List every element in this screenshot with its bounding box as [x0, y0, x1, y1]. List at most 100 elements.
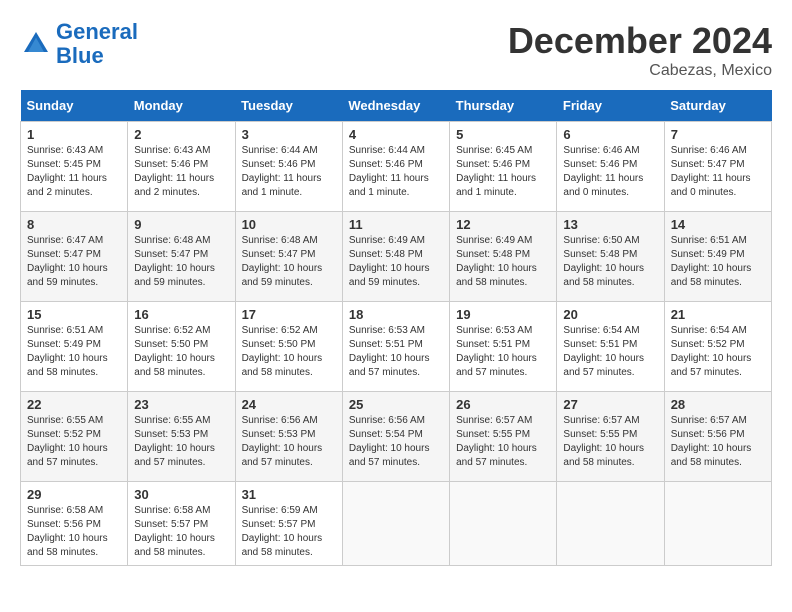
day-number: 12 — [456, 217, 550, 232]
day-info: Sunrise: 6:56 AM Sunset: 5:54 PM Dayligh… — [349, 414, 443, 470]
weekday-header-wednesday: Wednesday — [342, 90, 449, 122]
calendar-cell: 14 Sunrise: 6:51 AM Sunset: 5:49 PM Dayl… — [664, 212, 771, 302]
day-number: 9 — [134, 217, 228, 232]
calendar-cell: 16 Sunrise: 6:52 AM Sunset: 5:50 PM Dayl… — [128, 302, 235, 392]
weekday-header-monday: Monday — [128, 90, 235, 122]
calendar-header: SundayMondayTuesdayWednesdayThursdayFrid… — [21, 90, 772, 122]
day-info: Sunrise: 6:50 AM Sunset: 5:48 PM Dayligh… — [563, 234, 657, 290]
calendar-week-5: 29 Sunrise: 6:58 AM Sunset: 5:56 PM Dayl… — [21, 482, 772, 566]
weekday-header-row: SundayMondayTuesdayWednesdayThursdayFrid… — [21, 90, 772, 122]
calendar-cell: 1 Sunrise: 6:43 AM Sunset: 5:45 PM Dayli… — [21, 122, 128, 212]
calendar-cell: 9 Sunrise: 6:48 AM Sunset: 5:47 PM Dayli… — [128, 212, 235, 302]
day-number: 29 — [27, 487, 121, 502]
day-number: 13 — [563, 217, 657, 232]
day-number: 18 — [349, 307, 443, 322]
day-number: 3 — [242, 127, 336, 142]
calendar-cell: 24 Sunrise: 6:56 AM Sunset: 5:53 PM Dayl… — [235, 392, 342, 482]
day-number: 21 — [671, 307, 765, 322]
calendar-week-1: 1 Sunrise: 6:43 AM Sunset: 5:45 PM Dayli… — [21, 122, 772, 212]
day-number: 26 — [456, 397, 550, 412]
day-info: Sunrise: 6:49 AM Sunset: 5:48 PM Dayligh… — [349, 234, 443, 290]
day-info: Sunrise: 6:46 AM Sunset: 5:47 PM Dayligh… — [671, 144, 765, 200]
calendar-cell — [342, 482, 449, 566]
day-number: 17 — [242, 307, 336, 322]
calendar-cell: 25 Sunrise: 6:56 AM Sunset: 5:54 PM Dayl… — [342, 392, 449, 482]
day-number: 30 — [134, 487, 228, 502]
calendar-cell: 8 Sunrise: 6:47 AM Sunset: 5:47 PM Dayli… — [21, 212, 128, 302]
weekday-header-saturday: Saturday — [664, 90, 771, 122]
day-info: Sunrise: 6:55 AM Sunset: 5:53 PM Dayligh… — [134, 414, 228, 470]
weekday-header-thursday: Thursday — [450, 90, 557, 122]
day-info: Sunrise: 6:48 AM Sunset: 5:47 PM Dayligh… — [134, 234, 228, 290]
day-info: Sunrise: 6:45 AM Sunset: 5:46 PM Dayligh… — [456, 144, 550, 200]
logo-line1: General — [56, 19, 138, 44]
day-number: 7 — [671, 127, 765, 142]
day-info: Sunrise: 6:51 AM Sunset: 5:49 PM Dayligh… — [671, 234, 765, 290]
weekday-header-sunday: Sunday — [21, 90, 128, 122]
calendar-cell: 3 Sunrise: 6:44 AM Sunset: 5:46 PM Dayli… — [235, 122, 342, 212]
calendar-cell: 7 Sunrise: 6:46 AM Sunset: 5:47 PM Dayli… — [664, 122, 771, 212]
day-info: Sunrise: 6:53 AM Sunset: 5:51 PM Dayligh… — [349, 324, 443, 380]
day-number: 1 — [27, 127, 121, 142]
calendar-cell: 18 Sunrise: 6:53 AM Sunset: 5:51 PM Dayl… — [342, 302, 449, 392]
calendar-cell: 17 Sunrise: 6:52 AM Sunset: 5:50 PM Dayl… — [235, 302, 342, 392]
day-info: Sunrise: 6:52 AM Sunset: 5:50 PM Dayligh… — [242, 324, 336, 380]
logo-text: General Blue — [56, 20, 138, 68]
day-info: Sunrise: 6:59 AM Sunset: 5:57 PM Dayligh… — [242, 504, 336, 560]
day-info: Sunrise: 6:54 AM Sunset: 5:51 PM Dayligh… — [563, 324, 657, 380]
calendar-cell: 15 Sunrise: 6:51 AM Sunset: 5:49 PM Dayl… — [21, 302, 128, 392]
calendar-cell — [450, 482, 557, 566]
calendar-cell: 10 Sunrise: 6:48 AM Sunset: 5:47 PM Dayl… — [235, 212, 342, 302]
day-info: Sunrise: 6:58 AM Sunset: 5:56 PM Dayligh… — [27, 504, 121, 560]
calendar-cell: 11 Sunrise: 6:49 AM Sunset: 5:48 PM Dayl… — [342, 212, 449, 302]
calendar-cell: 12 Sunrise: 6:49 AM Sunset: 5:48 PM Dayl… — [450, 212, 557, 302]
day-number: 15 — [27, 307, 121, 322]
calendar-cell: 23 Sunrise: 6:55 AM Sunset: 5:53 PM Dayl… — [128, 392, 235, 482]
day-number: 24 — [242, 397, 336, 412]
day-number: 22 — [27, 397, 121, 412]
day-info: Sunrise: 6:44 AM Sunset: 5:46 PM Dayligh… — [349, 144, 443, 200]
day-number: 6 — [563, 127, 657, 142]
calendar-cell: 26 Sunrise: 6:57 AM Sunset: 5:55 PM Dayl… — [450, 392, 557, 482]
calendar-body: 1 Sunrise: 6:43 AM Sunset: 5:45 PM Dayli… — [21, 122, 772, 566]
day-number: 28 — [671, 397, 765, 412]
day-info: Sunrise: 6:57 AM Sunset: 5:55 PM Dayligh… — [563, 414, 657, 470]
day-number: 27 — [563, 397, 657, 412]
day-info: Sunrise: 6:55 AM Sunset: 5:52 PM Dayligh… — [27, 414, 121, 470]
calendar-cell: 28 Sunrise: 6:57 AM Sunset: 5:56 PM Dayl… — [664, 392, 771, 482]
day-info: Sunrise: 6:54 AM Sunset: 5:52 PM Dayligh… — [671, 324, 765, 380]
calendar-cell: 6 Sunrise: 6:46 AM Sunset: 5:46 PM Dayli… — [557, 122, 664, 212]
day-info: Sunrise: 6:57 AM Sunset: 5:55 PM Dayligh… — [456, 414, 550, 470]
calendar-week-3: 15 Sunrise: 6:51 AM Sunset: 5:49 PM Dayl… — [21, 302, 772, 392]
day-info: Sunrise: 6:43 AM Sunset: 5:46 PM Dayligh… — [134, 144, 228, 200]
day-info: Sunrise: 6:51 AM Sunset: 5:49 PM Dayligh… — [27, 324, 121, 380]
day-info: Sunrise: 6:52 AM Sunset: 5:50 PM Dayligh… — [134, 324, 228, 380]
day-number: 8 — [27, 217, 121, 232]
day-number: 25 — [349, 397, 443, 412]
calendar-cell: 21 Sunrise: 6:54 AM Sunset: 5:52 PM Dayl… — [664, 302, 771, 392]
calendar-cell: 22 Sunrise: 6:55 AM Sunset: 5:52 PM Dayl… — [21, 392, 128, 482]
calendar-table: SundayMondayTuesdayWednesdayThursdayFrid… — [20, 90, 772, 566]
logo-icon — [20, 28, 52, 60]
month-title: December 2024 — [508, 20, 772, 62]
calendar-cell: 13 Sunrise: 6:50 AM Sunset: 5:48 PM Dayl… — [557, 212, 664, 302]
page-header: General Blue December 2024 Cabezas, Mexi… — [20, 20, 772, 80]
day-info: Sunrise: 6:53 AM Sunset: 5:51 PM Dayligh… — [456, 324, 550, 380]
day-number: 16 — [134, 307, 228, 322]
day-number: 2 — [134, 127, 228, 142]
location: Cabezas, Mexico — [508, 62, 772, 80]
calendar-cell: 19 Sunrise: 6:53 AM Sunset: 5:51 PM Dayl… — [450, 302, 557, 392]
day-number: 11 — [349, 217, 443, 232]
day-number: 31 — [242, 487, 336, 502]
day-info: Sunrise: 6:58 AM Sunset: 5:57 PM Dayligh… — [134, 504, 228, 560]
calendar-cell — [557, 482, 664, 566]
calendar-cell: 30 Sunrise: 6:58 AM Sunset: 5:57 PM Dayl… — [128, 482, 235, 566]
calendar-cell: 31 Sunrise: 6:59 AM Sunset: 5:57 PM Dayl… — [235, 482, 342, 566]
day-info: Sunrise: 6:56 AM Sunset: 5:53 PM Dayligh… — [242, 414, 336, 470]
day-info: Sunrise: 6:49 AM Sunset: 5:48 PM Dayligh… — [456, 234, 550, 290]
logo: General Blue — [20, 20, 138, 68]
day-info: Sunrise: 6:47 AM Sunset: 5:47 PM Dayligh… — [27, 234, 121, 290]
calendar-cell: 5 Sunrise: 6:45 AM Sunset: 5:46 PM Dayli… — [450, 122, 557, 212]
calendar-cell: 4 Sunrise: 6:44 AM Sunset: 5:46 PM Dayli… — [342, 122, 449, 212]
day-number: 20 — [563, 307, 657, 322]
